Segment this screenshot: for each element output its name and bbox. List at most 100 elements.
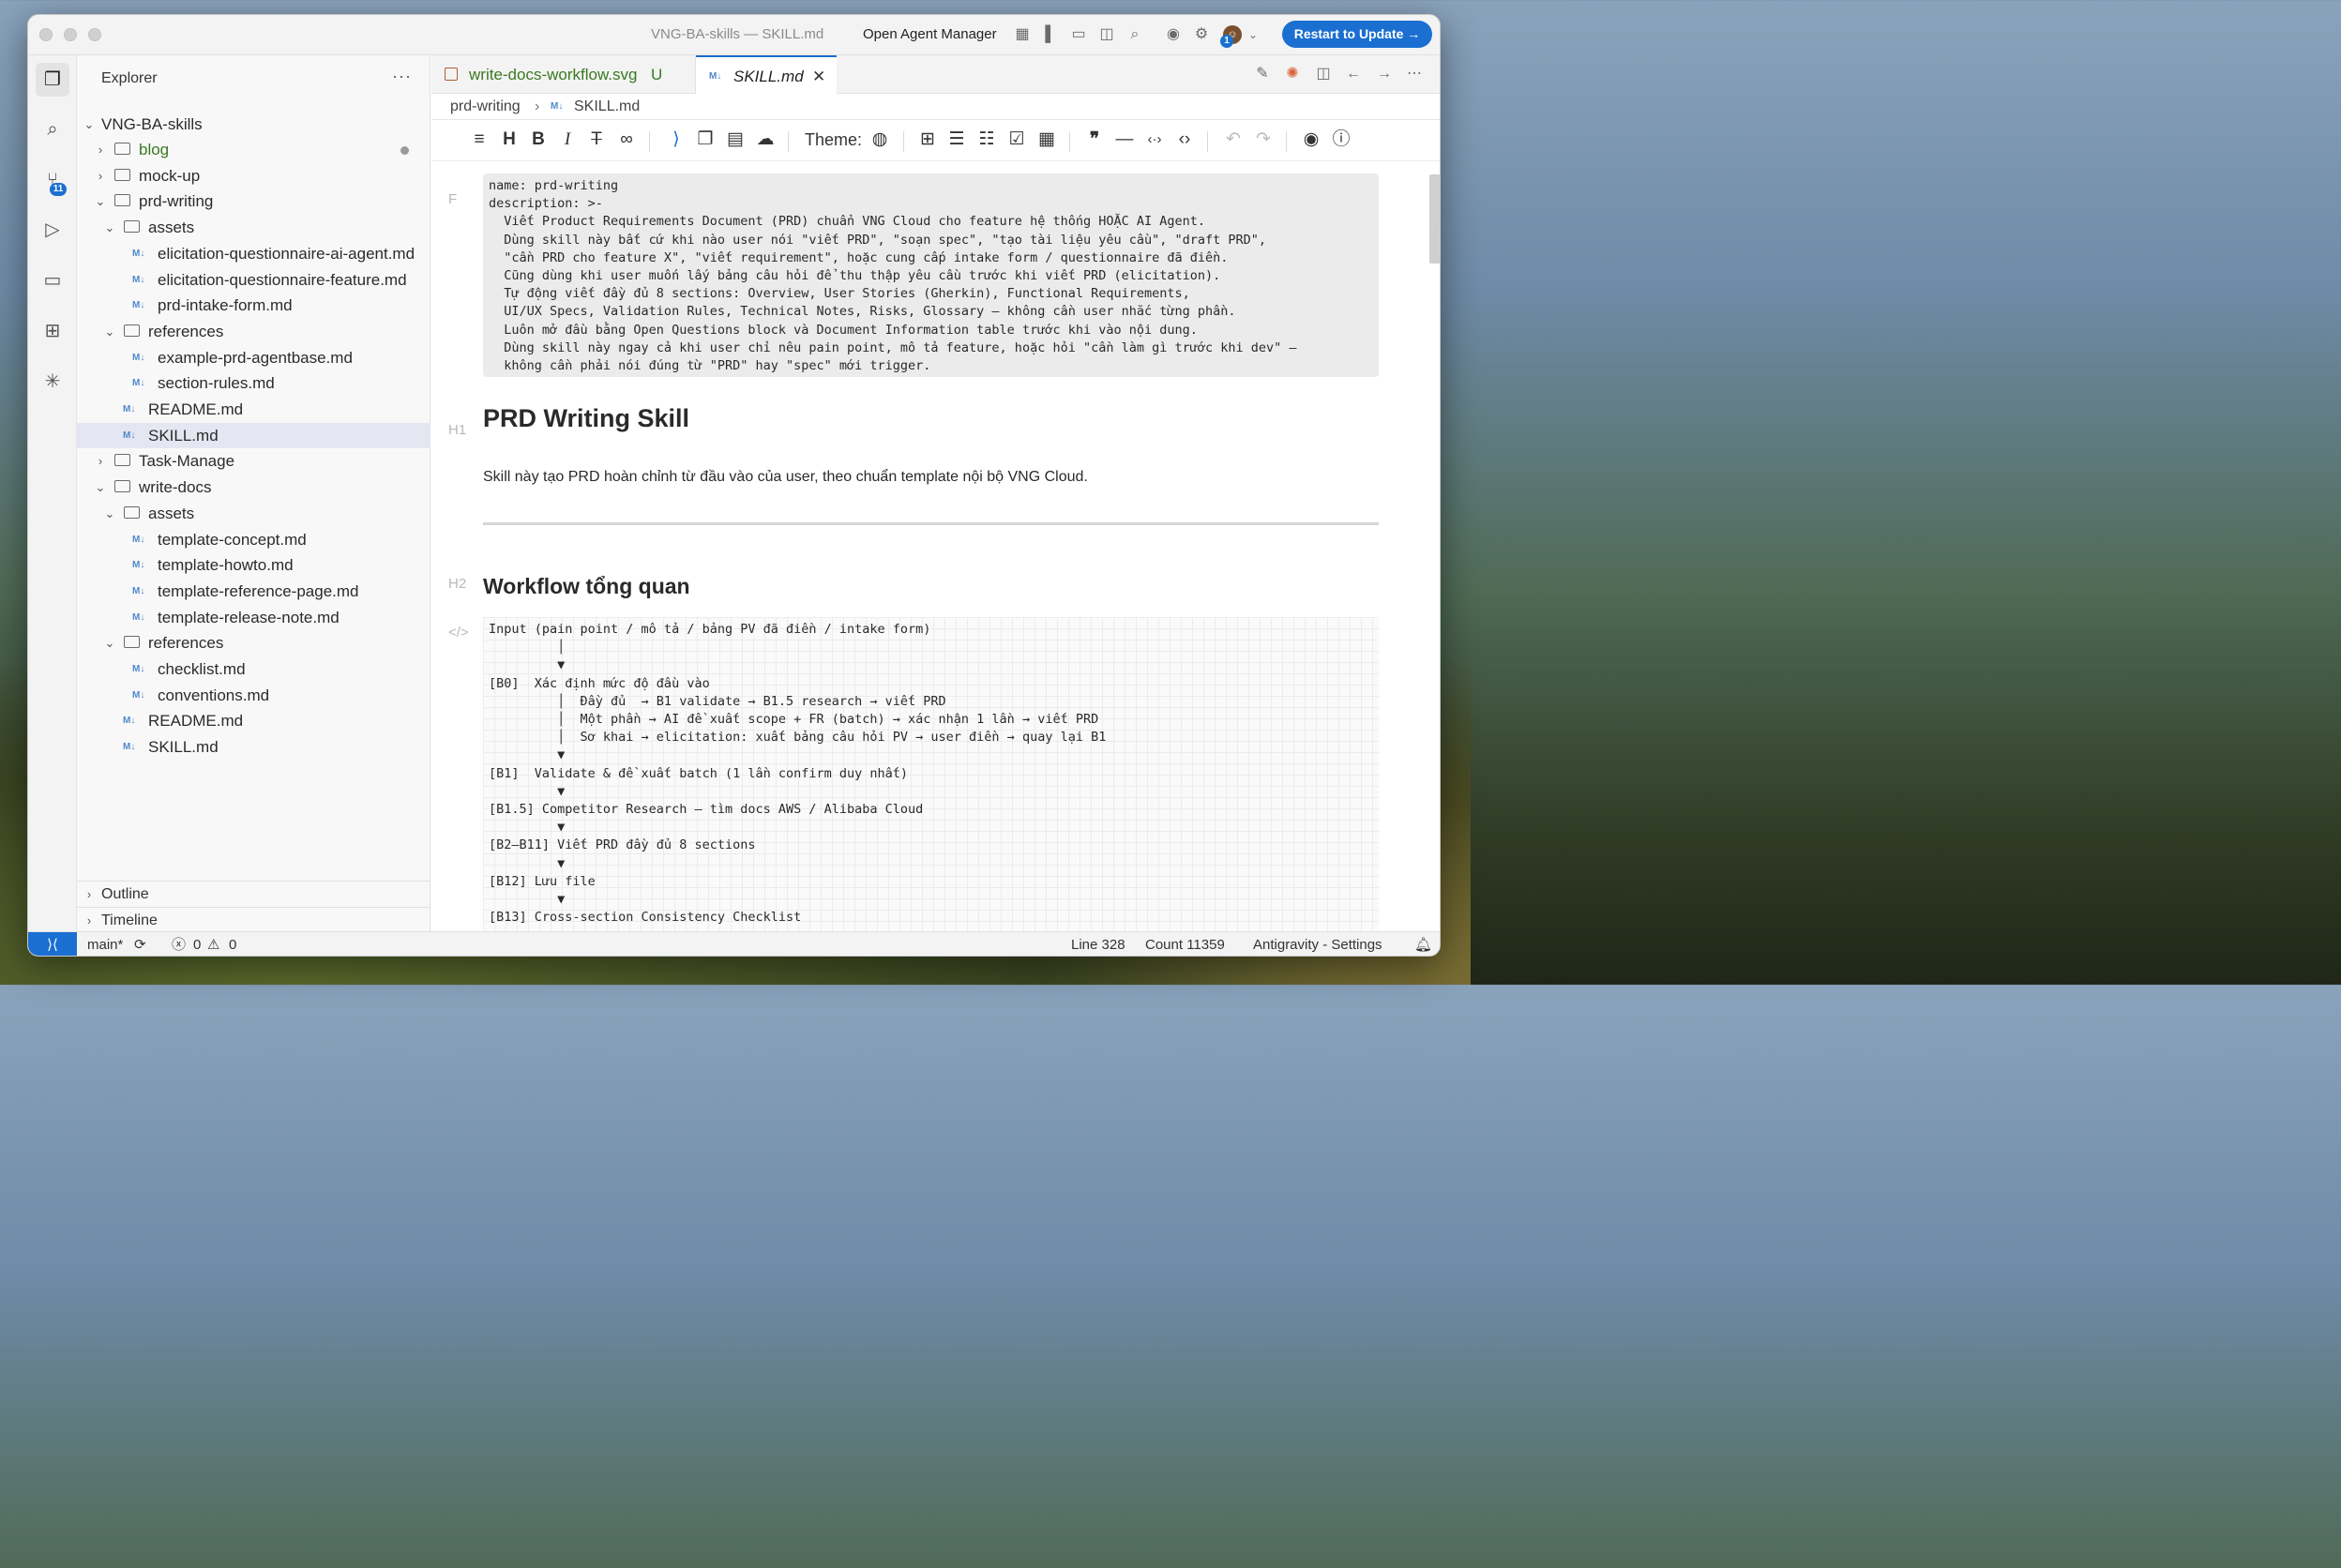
chevron-down-icon[interactable]: ⌄: [1244, 25, 1262, 44]
explorer-more-icon[interactable]: ···: [392, 67, 412, 86]
tree-file[interactable]: M↓ SKILL.md: [77, 423, 430, 448]
tree-folder[interactable]: › blog: [77, 137, 430, 162]
more-actions-icon[interactable]: ⋯: [1405, 65, 1424, 83]
numbered-list-icon[interactable]: ☷: [974, 128, 999, 152]
bold-icon[interactable]: B: [526, 128, 551, 152]
preview-eye-icon[interactable]: ◉: [1299, 128, 1323, 152]
workflow-code-text: Input (pain point / mô tả / bảng PV đã đ…: [489, 622, 1107, 931]
cursor-line[interactable]: Line 328: [1071, 932, 1125, 956]
code-block-icon[interactable]: ‹›: [1172, 128, 1197, 152]
browser-icon[interactable]: ◉: [1164, 25, 1183, 44]
word-count[interactable]: Count 11359: [1145, 932, 1225, 956]
minimize-window-button[interactable]: [64, 28, 77, 41]
run-debug-icon[interactable]: ▷: [36, 213, 69, 247]
zoom-window-button[interactable]: [88, 28, 101, 41]
cloud-upload-icon[interactable]: ☁: [753, 128, 778, 152]
tree-file[interactable]: M↓ conventions.md: [77, 683, 430, 708]
tab-skill-md[interactable]: M↓ SKILL.md ✕: [696, 55, 837, 94]
tree-folder[interactable]: ⌄ write-docs: [77, 475, 430, 500]
tree-label: SKILL.md: [148, 427, 219, 445]
copy-icon[interactable]: ❐: [693, 128, 717, 152]
search-icon[interactable]: ⌕: [36, 113, 69, 146]
open-agent-manager-link[interactable]: Open Agent Manager: [863, 26, 997, 42]
close-tab-icon[interactable]: ✕: [812, 57, 825, 96]
split-editor-icon[interactable]: ◫: [1314, 65, 1333, 83]
remote-explorer-icon[interactable]: ▭: [36, 264, 69, 297]
toggle-panel-icon[interactable]: ▭: [1069, 25, 1088, 44]
theme-palette-icon[interactable]: ◍: [868, 128, 892, 152]
agent-sparkle-icon[interactable]: ✳: [36, 365, 69, 399]
search-icon[interactable]: ⌕: [1125, 25, 1144, 44]
timeline-section[interactable]: › Timeline: [77, 907, 430, 933]
workflow-code-block[interactable]: Input (pain point / mô tả / bảng PV đã đ…: [483, 617, 1379, 931]
tree-file[interactable]: M↓ section-rules.md: [77, 370, 430, 396]
markdown-editor[interactable]: F name: prd-writing description: >- Viết…: [431, 161, 1440, 931]
toggle-primary-sidebar-icon[interactable]: ▌: [1041, 25, 1060, 44]
git-branch[interactable]: main*: [87, 932, 123, 956]
undo-icon[interactable]: ↶: [1221, 128, 1246, 152]
tree-folder[interactable]: ⌄ prd-writing: [77, 188, 430, 214]
remote-indicator-icon[interactable]: ⟩⟨: [28, 932, 77, 956]
insert-icon[interactable]: ⊞: [915, 128, 940, 152]
tree-folder[interactable]: › Task-Manage: [77, 448, 430, 474]
help-icon[interactable]: ⓘ: [1329, 128, 1353, 152]
tree-file[interactable]: M↓ SKILL.md: [77, 734, 430, 760]
tree-folder[interactable]: ⌄ references: [77, 630, 430, 656]
agent-sparkle-icon[interactable]: ✺: [1283, 65, 1302, 83]
tree-folder[interactable]: ⌄ assets: [77, 501, 430, 526]
tree-root-folder[interactable]: ⌄ VNG-BA-skills: [77, 112, 430, 137]
breadcrumb-file[interactable]: SKILL.md: [574, 94, 640, 119]
arrow-left-icon[interactable]: ←: [1344, 65, 1363, 83]
editor-scrollbar[interactable]: [1429, 174, 1440, 264]
tree-file[interactable]: M↓ template-howto.md: [77, 552, 430, 578]
checkbox-icon[interactable]: ☑: [1004, 128, 1029, 152]
error-count[interactable]: 0: [193, 932, 201, 956]
sync-icon[interactable]: ⟳: [134, 932, 146, 956]
error-icon[interactable]: ⓧ: [172, 932, 186, 956]
italic-icon[interactable]: I: [555, 128, 580, 152]
align-icon[interactable]: ≡: [467, 128, 491, 152]
tree-folder[interactable]: ⌄ references: [77, 319, 430, 344]
pencil-icon[interactable]: ✎: [1253, 65, 1272, 83]
tree-file[interactable]: M↓ prd-intake-form.md: [77, 293, 430, 318]
tree-file[interactable]: M↓ elicitation-questionnaire-ai-agent.md: [77, 241, 430, 266]
bell-icon[interactable]: 🔔︎: [1414, 932, 1432, 956]
warning-count[interactable]: 0: [229, 932, 236, 956]
tree-folder[interactable]: › mock-up: [77, 163, 430, 188]
inline-code-icon[interactable]: ‹·›: [1142, 128, 1167, 152]
redo-icon[interactable]: ↷: [1251, 128, 1276, 152]
arrow-right-icon[interactable]: →: [1375, 65, 1394, 83]
tab-write-docs-workflow[interactable]: write-docs-workflow.svg U: [431, 55, 696, 94]
bulleted-list-icon[interactable]: ☰: [944, 128, 969, 152]
warning-icon[interactable]: ⚠: [207, 932, 219, 956]
settings-status[interactable]: Antigravity - Settings: [1253, 932, 1382, 956]
breadcrumb-folder[interactable]: prd-writing: [450, 94, 521, 119]
strikethrough-icon[interactable]: T: [584, 128, 609, 152]
chevron-down-icon: ⌄: [104, 220, 115, 234]
vscode-icon[interactable]: ⟩: [664, 128, 688, 152]
tree-file[interactable]: M↓ elicitation-questionnaire-feature.md: [77, 267, 430, 293]
tree-file[interactable]: M↓ README.md: [77, 708, 430, 733]
frontmatter-block[interactable]: name: prd-writing description: >- Viết P…: [483, 173, 1379, 377]
tree-file[interactable]: M↓ template-release-note.md: [77, 605, 430, 630]
outline-section[interactable]: › Outline: [77, 881, 430, 907]
layout-grid-icon[interactable]: ▦: [1013, 25, 1032, 44]
extensions-warning-icon[interactable]: ⊞: [36, 314, 69, 348]
toggle-secondary-sidebar-icon[interactable]: ◫: [1097, 25, 1116, 44]
tree-file[interactable]: M↓ README.md: [77, 397, 430, 422]
tree-folder[interactable]: ⌄ assets: [77, 215, 430, 240]
explorer-files-icon[interactable]: ❐: [36, 63, 69, 97]
link-icon[interactable]: ∞: [614, 128, 639, 152]
table-icon[interactable]: ▦: [1035, 128, 1059, 152]
export-pdf-icon[interactable]: ▤: [723, 128, 748, 152]
quote-icon[interactable]: ❞: [1082, 128, 1107, 152]
heading-icon[interactable]: H: [497, 128, 521, 152]
horizontal-rule-icon[interactable]: —: [1112, 128, 1137, 152]
tree-file[interactable]: M↓ template-reference-page.md: [77, 579, 430, 604]
tree-file[interactable]: M↓ checklist.md: [77, 656, 430, 682]
restart-to-update-button[interactable]: Restart to Update →: [1282, 21, 1432, 48]
gear-icon[interactable]: ⚙: [1192, 25, 1211, 44]
tree-file[interactable]: M↓ example-prd-agentbase.md: [77, 345, 430, 370]
tree-file[interactable]: M↓ template-concept.md: [77, 527, 430, 552]
close-window-button[interactable]: [39, 28, 53, 41]
